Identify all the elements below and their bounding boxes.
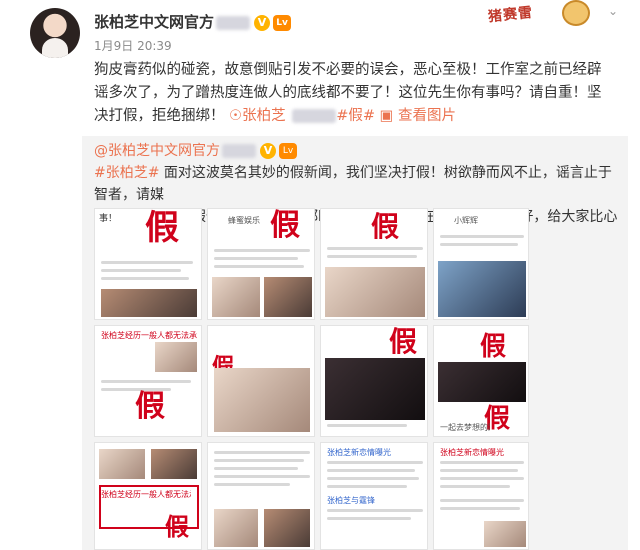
repost-line-1: @张柏芝中文网官方 V Lv bbox=[94, 140, 620, 162]
sticker-decoration: 猪赛雷 bbox=[487, 0, 596, 30]
member-level-icon: Lv bbox=[273, 14, 292, 31]
cell-headline: 张柏芝经历一般人都无法承受的事！ bbox=[101, 331, 197, 340]
grid-image[interactable] bbox=[207, 442, 315, 550]
fake-stamp: 假 bbox=[371, 210, 400, 243]
grid-image[interactable]: 事！ 假 bbox=[94, 208, 202, 320]
cell-headline: 张柏芝新恋情曝光 bbox=[440, 448, 504, 457]
grid-image[interactable]: 张柏芝新恋情曝光 bbox=[433, 442, 529, 550]
fake-stamp: 假 bbox=[480, 332, 507, 362]
grid-image[interactable]: 张柏芝新恋情曝光 张柏芝与霆锋 bbox=[320, 442, 428, 550]
post-text-last-line: 决打假，拒绝捆绑！ ☉张柏芝 #假# ▣ 查看图片 bbox=[94, 105, 624, 128]
fake-stamp: 假 bbox=[270, 208, 300, 243]
mention-link[interactable]: ☉张柏芝 bbox=[229, 108, 286, 124]
cell-headline: 张柏芝与霆锋 bbox=[327, 496, 375, 505]
grid-image[interactable]: 小辉辉 bbox=[433, 208, 529, 320]
grid-image[interactable]: 假 bbox=[320, 325, 428, 437]
repost-card[interactable]: @张柏芝中文网官方 V Lv #张柏芝# 面对这波莫名其妙的假新闻，我们坚决打假！树… bbox=[82, 136, 628, 550]
grid-image[interactable]: 张柏芝经历一般人都无法承受的事！ 假 bbox=[94, 442, 202, 550]
grid-image[interactable]: 假 bbox=[207, 325, 315, 437]
image-grid: 事！ 假 蜂蜜娱乐 假 假 小辉辉 张柏芝经历一般人都无法承 假 假 假 假 假… bbox=[94, 208, 624, 550]
chevron-down-icon[interactable]: ⌄ bbox=[608, 4, 618, 18]
post-text-line: 谣多次了，为了蹭热度连做人的底线都不要了！这位先生你有事吗？请自重！坚 bbox=[94, 85, 602, 101]
cell-headline: 张柏芝新恋情曝光 bbox=[327, 448, 391, 457]
fake-stamp: 假 bbox=[165, 512, 189, 541]
cell-headline: 事！ bbox=[99, 214, 118, 224]
post-text: 狗皮膏药似的碰瓷，故意倒贴引发不必要的误会，恶心至极！工作室之前已经辟 谣多次了… bbox=[94, 59, 624, 128]
picture-link[interactable]: ▣ 查看图片 bbox=[380, 108, 456, 124]
author-name-row: 张柏芝中文网官方 V Lv bbox=[94, 11, 292, 32]
repost-line-2: #张柏芝# 面对这波莫名其妙的假新闻，我们坚决打假！树欲静而风不止，谣言止于智者… bbox=[94, 162, 620, 206]
post-text-line: 决打假，拒绝捆绑！ bbox=[94, 108, 225, 124]
repost-author[interactable]: @张柏芝中文网官方 bbox=[94, 143, 220, 159]
blurred-name-suffix bbox=[216, 15, 251, 30]
weibo-post: 张柏芝中文网官方 V Lv 1月9日 20:39 猪赛雷 ⌄ 狗皮膏药似的碰瓷，故意… bbox=[0, 0, 640, 550]
cell-headline: 张柏芝经历一般人都无法承受的事！ bbox=[101, 490, 191, 499]
fake-stamp: 假 bbox=[135, 389, 165, 424]
author-avatar[interactable] bbox=[30, 8, 80, 58]
grid-image[interactable]: 张柏芝经历一般人都无法承受的事！ 假 bbox=[94, 325, 202, 437]
post-text-line: 狗皮膏药似的碰瓷，故意倒贴引发不必要的误会，恶心至极！工作室之前已经辟 bbox=[94, 62, 602, 78]
grid-image[interactable]: 假 假 一起去梦想的路上 bbox=[433, 325, 529, 437]
blurred-topic bbox=[292, 109, 337, 123]
fake-stamp: 假 bbox=[145, 208, 179, 248]
cell-headline: 蜂蜜娱乐 bbox=[228, 216, 260, 225]
topic-link[interactable]: #假# bbox=[336, 108, 375, 124]
post-time[interactable]: 1月9日 20:39 bbox=[94, 37, 172, 54]
sticker-text: 猪赛雷 bbox=[487, 4, 534, 26]
cell-headline: 一起去梦想的路上 bbox=[440, 423, 490, 432]
fake-stamp: 假 bbox=[389, 325, 418, 358]
blurred-author-suffix bbox=[222, 144, 256, 158]
author-name[interactable]: 张柏芝中文网官方 bbox=[94, 13, 214, 31]
grid-image[interactable]: 蜂蜜娱乐 假 bbox=[207, 208, 315, 320]
member-level-icon: Lv bbox=[279, 143, 297, 159]
cell-headline: 小辉辉 bbox=[454, 216, 478, 225]
repost-text-line: 面对这波莫名其妙的假新闻，我们坚决打假！树欲静而风不止，谣言止于智者，请媒 bbox=[94, 165, 612, 203]
grid-image[interactable]: 假 bbox=[320, 208, 428, 320]
verified-badge-icon: V bbox=[254, 14, 271, 31]
repost-topic[interactable]: #张柏芝# bbox=[94, 165, 159, 181]
dog-sticker-icon bbox=[562, 0, 590, 26]
image-icon: ▣ bbox=[379, 108, 394, 124]
verified-badge-icon: V bbox=[260, 143, 276, 159]
